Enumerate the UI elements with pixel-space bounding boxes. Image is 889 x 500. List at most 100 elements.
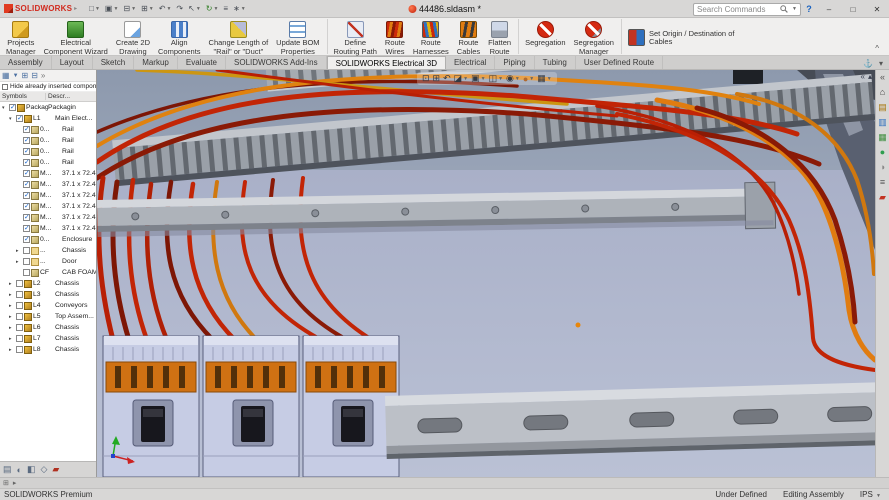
tree-item[interactable]: 0... Rail: [0, 146, 96, 157]
apply-scene-icon[interactable]: ▼: [537, 73, 551, 84]
filter-icon[interactable]: [13, 70, 19, 81]
tree-display-icon[interactable]: [2, 71, 10, 81]
segregation-button[interactable]: Segregation: [521, 19, 569, 54]
custom-properties-icon[interactable]: [880, 177, 885, 187]
tree-item[interactable]: 0... Rail: [0, 157, 96, 168]
panel-expand-icon[interactable]: [41, 71, 45, 81]
tree-item[interactable]: L7 Chassis: [0, 333, 96, 344]
tab-evaluate[interactable]: Evaluate: [178, 56, 226, 69]
select-icon[interactable]: ▼: [186, 1, 203, 17]
expander-icon[interactable]: [2, 105, 8, 111]
appearances-icon[interactable]: [880, 147, 885, 157]
tab-layout[interactable]: Layout: [52, 56, 93, 69]
maximize-button[interactable]: □: [841, 0, 865, 18]
file-properties-icon[interactable]: [221, 1, 230, 17]
tree-item[interactable]: CF CAB FOAM...: [0, 267, 96, 278]
close-button[interactable]: ✕: [865, 0, 889, 18]
zoom-fit-icon[interactable]: [422, 73, 430, 84]
tree-checkbox[interactable]: [16, 346, 23, 353]
search-caret-icon[interactable]: ▼: [792, 6, 797, 12]
expander-icon[interactable]: [9, 325, 15, 331]
view-palette-icon[interactable]: [878, 132, 887, 142]
tree-checkbox[interactable]: [16, 115, 23, 122]
expander-icon[interactable]: [9, 281, 15, 287]
options-icon[interactable]: ▼: [231, 1, 248, 17]
menu-expand-icon[interactable]: ▸: [74, 5, 77, 12]
electrical-manager-tab-icon[interactable]: [52, 464, 59, 475]
scenes-icon[interactable]: [880, 162, 885, 172]
design-library-icon[interactable]: [878, 102, 887, 112]
graphics-area[interactable]: ▼▼▼▼▼▼ « ▴: [97, 70, 875, 477]
pane-split-icon[interactable]: ⊞: [3, 479, 9, 487]
tree-item[interactable]: L8 Chassis: [0, 344, 96, 355]
unit-system[interactable]: IPS ▼: [860, 490, 881, 499]
electrical-component-wizard-button[interactable]: ElectricalComponent Wizard: [40, 19, 112, 54]
tree-item[interactable]: M... 37.1 x 72.4...: [0, 201, 96, 212]
tree-item[interactable]: 0... Rail: [0, 124, 96, 135]
edit-appearance-icon[interactable]: ▼: [523, 74, 534, 84]
expander-icon[interactable]: [9, 336, 15, 342]
home-icon[interactable]: [880, 87, 885, 97]
tree-item[interactable]: 0... Enclosure: [0, 234, 96, 245]
tree-checkbox[interactable]: [16, 324, 23, 331]
tab-scroll-icon[interactable]: ▸: [13, 479, 17, 487]
flatten-route-button[interactable]: FlattenRoute: [484, 19, 519, 54]
tree-checkbox[interactable]: [23, 236, 30, 243]
file-explorer-icon[interactable]: [878, 117, 887, 127]
tree-item[interactable]: M... 37.1 x 72.4...: [0, 168, 96, 179]
route-cables-button[interactable]: RouteCables: [453, 19, 484, 54]
propertymanager-tab-icon[interactable]: [17, 465, 22, 475]
tree-checkbox[interactable]: [23, 214, 30, 221]
tree-item[interactable]: L4 Conveyors: [0, 300, 96, 311]
tree-item[interactable]: M... 37.1 x 72.4...: [0, 212, 96, 223]
tab-sketch[interactable]: Sketch: [93, 56, 134, 69]
tree-item[interactable]: L5 Top Assem...: [0, 311, 96, 322]
hide-show-items-icon[interactable]: ▼: [506, 73, 520, 84]
ribbon-collapse-icon[interactable]: ^: [875, 44, 879, 53]
tree-checkbox[interactable]: [23, 192, 30, 199]
print-icon[interactable]: ▼: [139, 1, 156, 17]
tree-item[interactable]: Packaging I... Packagin: [0, 102, 96, 113]
tree-checkbox[interactable]: [23, 269, 30, 276]
change-length-button[interactable]: Change Length of"Rail" or "Duct": [205, 19, 273, 54]
route-harnesses-button[interactable]: RouteHarnesses: [409, 19, 453, 54]
define-routing-path-button[interactable]: DefineRouting Path: [330, 19, 381, 54]
set-origin-destination-button[interactable]: Set Origin / Destination of Cables: [624, 19, 742, 54]
tree-checkbox[interactable]: [23, 170, 30, 177]
tree-checkbox[interactable]: [23, 225, 30, 232]
tree-checkbox[interactable]: [16, 313, 23, 320]
new-file-icon[interactable]: ▼: [87, 1, 102, 17]
expander-icon[interactable]: [16, 248, 22, 254]
section-view-icon[interactable]: ▼: [454, 73, 468, 84]
tree-item[interactable]: L2 Chassis: [0, 278, 96, 289]
tree-item[interactable]: ... Door: [0, 256, 96, 267]
tab-solidworks-electrical-3d[interactable]: SOLIDWORKS Electrical 3D: [327, 56, 446, 69]
tree-checkbox[interactable]: [9, 104, 16, 111]
tab-solidworks-add-ins[interactable]: SOLIDWORKS Add-Ins: [226, 56, 327, 69]
tree-checkbox[interactable]: [23, 258, 30, 265]
route-point[interactable]: [576, 323, 581, 328]
3d-model-view[interactable]: [97, 70, 875, 477]
tab-electrical[interactable]: Electrical: [446, 56, 495, 69]
rebuild-icon[interactable]: ▼: [204, 1, 221, 17]
tree-item[interactable]: L1 Main Elect...: [0, 113, 96, 124]
redo-icon[interactable]: [174, 1, 185, 17]
tab-options-icon[interactable]: ▾: [879, 59, 883, 68]
expander-icon[interactable]: [16, 259, 22, 265]
display-pane-toggle-icon[interactable]: «: [861, 72, 865, 81]
search-input[interactable]: Search Commands ▼: [693, 3, 801, 16]
collapse-task-pane-icon[interactable]: [880, 72, 885, 82]
align-components-button[interactable]: AlignComponents: [154, 19, 205, 54]
tree-item[interactable]: L6 Chassis: [0, 322, 96, 333]
previous-view-icon[interactable]: [443, 73, 451, 84]
tab-piping[interactable]: Piping: [495, 56, 534, 69]
create-2d-drawing-button[interactable]: Create 2DDrawing: [112, 19, 154, 54]
tree-checkbox[interactable]: [23, 148, 30, 155]
display-style-icon[interactable]: ▼: [489, 73, 503, 84]
tree-item[interactable]: 0... Rail: [0, 135, 96, 146]
configurationmanager-tab-icon[interactable]: [27, 464, 36, 475]
pin-ribbon-icon[interactable]: ⚓: [863, 59, 873, 68]
expander-icon[interactable]: [9, 116, 15, 122]
view-orientation-icon[interactable]: ▼: [471, 73, 485, 84]
update-bom-properties-button[interactable]: Update BOMProperties: [272, 19, 327, 54]
